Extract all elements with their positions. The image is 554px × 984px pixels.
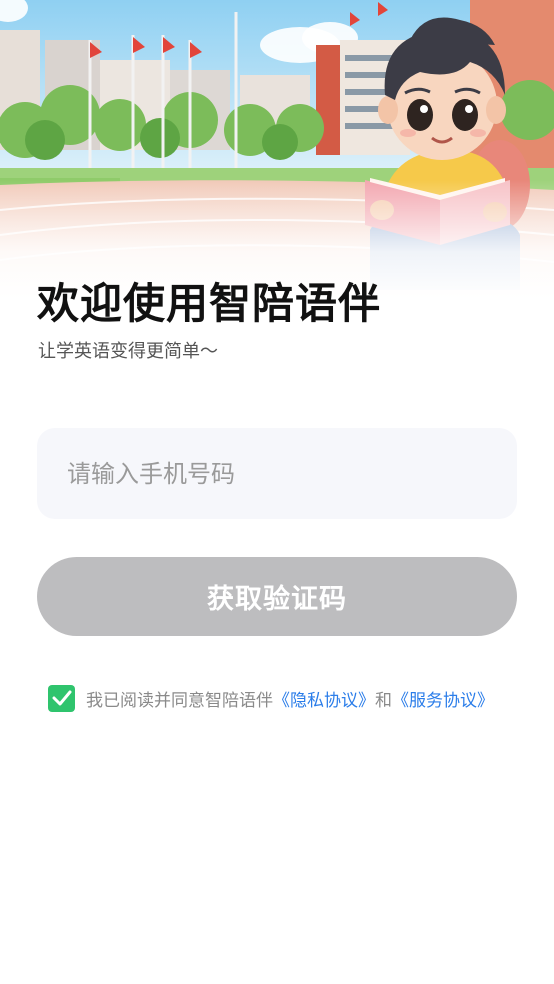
service-agreement-link[interactable]: 《服务协议》 xyxy=(392,686,494,711)
phone-input[interactable] xyxy=(37,428,517,519)
phone-field xyxy=(37,428,517,519)
agreement-row: 我已阅读并同意智陪语伴 《隐私协议》 和 《服务协议》 xyxy=(48,684,494,712)
agreement-prefix: 我已阅读并同意智陪语伴 xyxy=(86,690,273,711)
agreement-checkbox[interactable] xyxy=(48,684,75,712)
agreement-conjunction: 和 xyxy=(375,690,392,711)
check-icon xyxy=(52,690,71,706)
page-subtitle: 让学英语变得更简单～ xyxy=(38,341,218,362)
privacy-policy-link[interactable]: 《隐私协议》 xyxy=(273,686,375,711)
login-screen: 欢迎使用智陪语伴 让学英语变得更简单～ 获取验证码 我已阅读并同意智陪语伴 《隐… xyxy=(0,0,554,984)
page-title: 欢迎使用智陪语伴 xyxy=(37,279,382,328)
get-code-button[interactable]: 获取验证码 xyxy=(37,557,517,636)
hero-illustration xyxy=(0,0,554,300)
